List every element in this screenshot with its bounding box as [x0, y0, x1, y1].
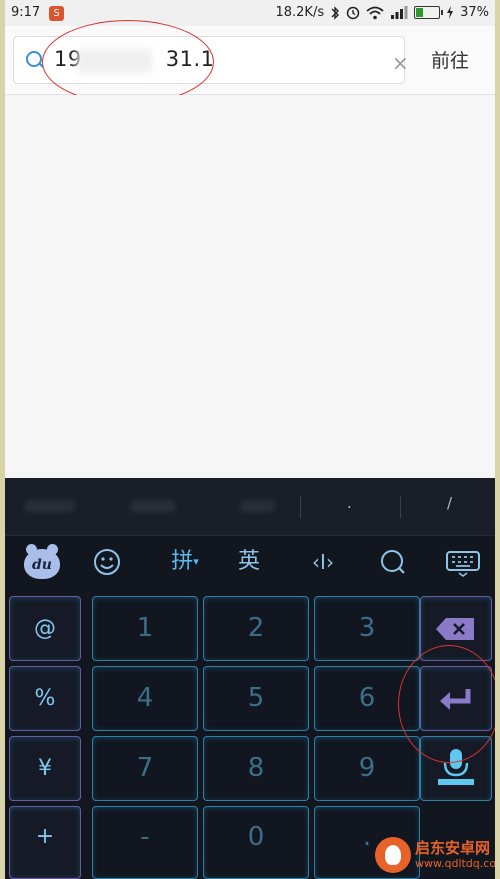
bluetooth-icon [331, 5, 340, 20]
keyboard-hide-icon[interactable] [445, 546, 481, 578]
emoji-icon[interactable] [91, 546, 123, 578]
battery-fill [416, 8, 424, 17]
key-digit[interactable]: 3 [314, 596, 420, 661]
go-button[interactable]: 前往 [410, 46, 490, 73]
key-digit[interactable]: 7 [92, 736, 198, 801]
key-plus[interactable]: + [9, 806, 81, 879]
key-percent[interactable]: % [9, 666, 81, 731]
key-at[interactable]: @ [9, 596, 81, 661]
watermark-logo-icon [375, 837, 411, 873]
key-digit[interactable]: 5 [203, 666, 309, 731]
charging-icon [447, 6, 454, 19]
status-right: 18.2K/s 37% [275, 5, 489, 20]
status-time: 9:17 [11, 5, 41, 20]
battery-icon [414, 6, 444, 19]
screen: 9:17 S 18.2K/s 37% 19 31.1 × 前往 . / 拼▾ 英… [5, 0, 495, 879]
candidate-dot[interactable]: . [347, 494, 352, 512]
cursor-control-button[interactable]: ‹I› [301, 546, 345, 578]
notification-app-icon: S [49, 6, 64, 21]
du-logo-icon[interactable]: du [24, 544, 60, 579]
alarm-icon [346, 6, 360, 19]
key-digit[interactable]: - [92, 806, 198, 879]
key-digit[interactable]: 0 [203, 806, 309, 879]
search-icon [26, 51, 42, 67]
candidate-blur [25, 500, 75, 512]
watermark-url: www.qdltdq.com [415, 857, 495, 870]
battery-percent: 37% [460, 5, 489, 20]
annotation-circle-url [42, 20, 214, 104]
candidate-divider [300, 496, 301, 518]
candidate-blur [130, 500, 175, 512]
key-digit[interactable]: 4 [92, 666, 198, 731]
page-content [5, 95, 495, 478]
keyboard-toolbar: 拼▾ 英 ‹I› [5, 536, 495, 588]
candidate-bar: . / [5, 478, 495, 536]
candidate-blur [240, 500, 275, 512]
key-digit[interactable]: 1 [92, 596, 198, 661]
backspace-icon [436, 618, 474, 640]
candidate-slash[interactable]: / [447, 494, 452, 512]
clear-icon[interactable]: × [392, 53, 409, 73]
status-bar: 9:17 S 18.2K/s 37% [5, 0, 495, 26]
key-yen[interactable]: ¥ [9, 736, 81, 801]
watermark-title: 启东安卓网 [415, 839, 491, 857]
network-speed: 18.2K/s [275, 5, 325, 20]
annotation-circle-enter [398, 645, 495, 763]
english-mode-button[interactable]: 英 [231, 546, 267, 578]
wifi-icon [366, 6, 384, 19]
key-digit[interactable]: 8 [203, 736, 309, 801]
dropdown-arrow-icon: ▾ [193, 555, 199, 568]
signal-icon [391, 6, 408, 19]
watermark: 启东安卓网 www.qdltdq.com [375, 833, 495, 879]
pinyin-mode-button[interactable]: 拼▾ [163, 546, 207, 578]
key-digit[interactable]: 2 [203, 596, 309, 661]
search-icon[interactable] [377, 546, 409, 578]
key-digit[interactable]: 9 [314, 736, 420, 801]
candidate-divider [400, 496, 401, 518]
